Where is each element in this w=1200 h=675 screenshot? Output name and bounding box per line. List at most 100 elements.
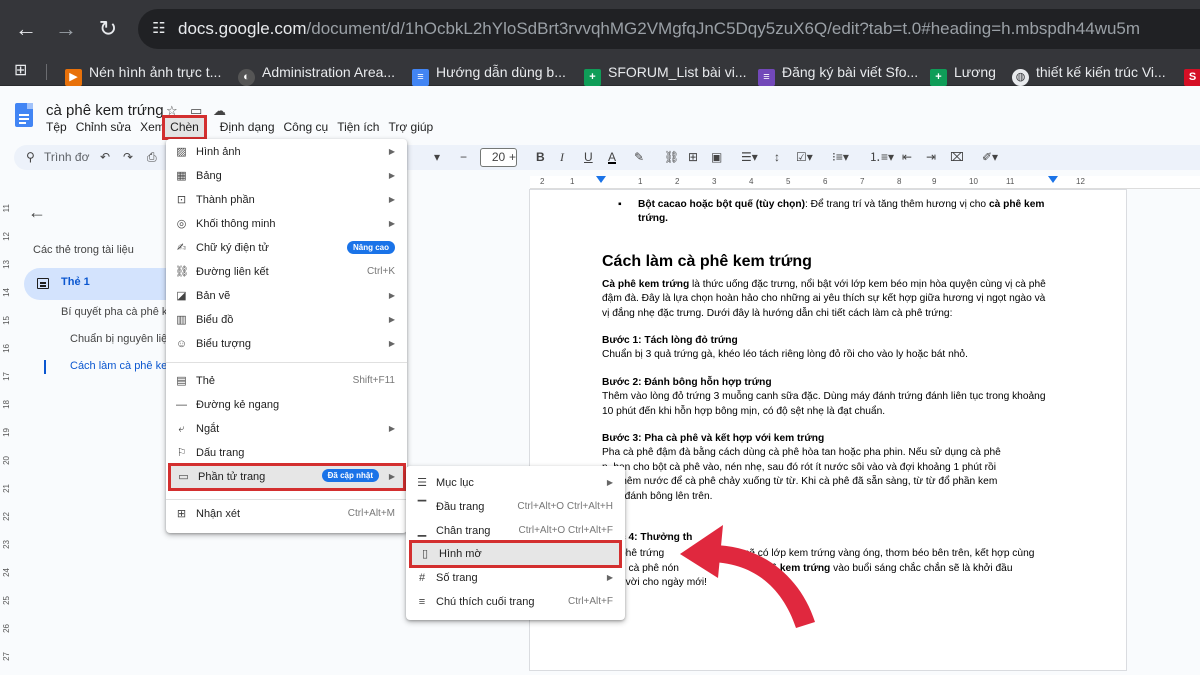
menu-item-label: Chữ ký điện tử bbox=[196, 242, 269, 254]
outline-heading-active[interactable]: Cách làm cà phê kem bbox=[70, 360, 170, 372]
ruler-tick: 4 bbox=[749, 177, 754, 186]
menu-item-smart-chips[interactable]: ◎ Khối thông minh ▶ bbox=[166, 213, 407, 235]
menu-item-building-blocks[interactable]: ⊡ Thành phần ▶ bbox=[166, 189, 407, 211]
bookmark-item[interactable]: ≡ Đăng ký bài viết Sfo... bbox=[758, 62, 918, 86]
menu-item-comment[interactable]: ⊞ Nhận xét Ctrl+Alt+M bbox=[166, 503, 407, 525]
menu-item-bookmark[interactable]: ⚐ Dấu trang bbox=[166, 442, 407, 464]
bookmark-item[interactable]: + SFORUM_List bài vi... bbox=[584, 62, 746, 86]
bookmark-item[interactable]: ≡ Hướng dẫn dùng b... bbox=[412, 62, 566, 86]
url-text[interactable]: docs.google.com/document/d/1hOcbkL2hYloS… bbox=[178, 19, 1140, 39]
menu-item-label: Thành phần bbox=[196, 194, 255, 206]
outline-heading[interactable]: Bí quyết pha cà phê k bbox=[61, 306, 170, 318]
ruler-tick: 2 bbox=[675, 177, 680, 186]
undo-icon[interactable]: ↶ bbox=[100, 149, 110, 166]
print-icon[interactable]: ⎙ bbox=[147, 149, 157, 166]
menu-item-horizontal-line[interactable]: — Đường kẻ ngang bbox=[166, 394, 407, 416]
submenu-item-footer[interactable]: ▁ Chân trang Ctrl+Alt+O Ctrl+Alt+F bbox=[406, 520, 625, 542]
menu-help[interactable]: Trợ giúp bbox=[388, 120, 433, 134]
numbered-list-icon[interactable]: ⒈≡▾ bbox=[869, 149, 894, 166]
apps-grid-icon[interactable]: ⊞ bbox=[14, 61, 27, 81]
forward-arrow-icon[interactable]: → bbox=[54, 17, 78, 41]
bookmark-item[interactable]: + Lương bbox=[930, 62, 996, 86]
address-bar[interactable]: ☷ docs.google.com/document/d/1hOcbkL2hYl… bbox=[138, 9, 1200, 49]
menu-item-esignature[interactable]: ✍ Chữ ký điện tử Nâng cao bbox=[166, 237, 407, 259]
cloud-saved-icon[interactable]: ☁ bbox=[213, 103, 226, 119]
menu-format[interactable]: Định dạng bbox=[220, 120, 275, 134]
bookmark-item[interactable]: ▶ Nén hình ảnh trực t... bbox=[65, 62, 221, 86]
menu-item-emoji[interactable]: ☺ Biểu tượng ▶ bbox=[166, 333, 407, 355]
document-title[interactable]: cà phê kem trứng bbox=[46, 102, 164, 119]
submenu-item-toc[interactable]: ☰ Mục lục ▶ bbox=[406, 472, 625, 494]
menu-search-input[interactable]: Trình đơ bbox=[44, 149, 89, 166]
page-number-icon: # bbox=[418, 572, 426, 584]
globe-dark-icon: ◐ bbox=[238, 69, 255, 86]
submenu-item-page-numbers[interactable]: # Số trang ▶ bbox=[406, 567, 625, 589]
indent-marker-icon[interactable] bbox=[596, 176, 606, 183]
outline-heading[interactable]: Chuẩn bị nguyên liệ bbox=[70, 333, 170, 345]
bulleted-list-icon[interactable]: ⁝≡▾ bbox=[832, 149, 849, 166]
menu-file[interactable]: Tệp bbox=[46, 120, 67, 134]
step4-text: g cà phê nón bbox=[620, 562, 679, 574]
intro-bold: Cà phê kem trứng bbox=[602, 278, 690, 290]
step1-title: Bước 1: Tách lòng đỏ trứng bbox=[602, 335, 738, 347]
submenu-item-label: Hình mờ bbox=[439, 548, 482, 560]
menu-edit[interactable]: Chỉnh sửa bbox=[76, 120, 131, 134]
align-icon[interactable]: ☰▾ bbox=[741, 149, 758, 166]
bookmark-item[interactable]: ◍ thiết kế kiến trúc Vi... bbox=[1012, 62, 1166, 86]
menu-extensions[interactable]: Tiện ích bbox=[337, 120, 379, 134]
checklist-icon[interactable]: ☑▾ bbox=[796, 149, 813, 166]
submenu-arrow-icon: ▶ bbox=[388, 147, 395, 156]
ruler-tick: 9 bbox=[932, 177, 937, 186]
bullet-text: : Để trang trí và tăng thêm hương vị cho bbox=[804, 199, 989, 210]
italic-icon[interactable]: I bbox=[560, 149, 564, 166]
vruler-tick: 14 bbox=[2, 288, 11, 297]
vruler-tick: 18 bbox=[2, 400, 11, 409]
line-spacing-icon[interactable]: ↕ bbox=[774, 149, 780, 166]
menu-item-table[interactable]: ▦ Bảng ▶ bbox=[166, 165, 407, 187]
menu-tools[interactable]: Công cụ bbox=[284, 120, 329, 134]
increase-indent-icon[interactable]: ⇥ bbox=[926, 149, 936, 166]
redo-icon[interactable]: ↷ bbox=[123, 149, 133, 166]
reload-icon[interactable]: ↻ bbox=[96, 17, 120, 41]
insert-image-icon[interactable]: ▣ bbox=[711, 149, 722, 166]
menu-item-link[interactable]: ⛓ Đường liên kết Ctrl+K bbox=[166, 261, 407, 283]
bookmark-item[interactable]: S bbox=[1184, 62, 1200, 86]
link-icon[interactable]: ⛓ bbox=[664, 149, 679, 166]
submenu-item-shortcut: Ctrl+Alt+O Ctrl+Alt+F bbox=[518, 525, 613, 536]
menu-item-chart[interactable]: ▥ Biểu đồ ▶ bbox=[166, 309, 407, 331]
increase-font-size-icon[interactable]: + bbox=[509, 149, 516, 166]
vruler-tick: 22 bbox=[2, 512, 11, 521]
back-arrow-icon[interactable]: ← bbox=[14, 17, 38, 41]
submenu-item-watermark[interactable]: ▯ Hình mờ bbox=[409, 540, 622, 568]
vruler-tick: 25 bbox=[2, 596, 11, 605]
tab-item[interactable]: Thẻ 1 bbox=[24, 268, 170, 300]
bold-icon[interactable]: B bbox=[536, 149, 545, 166]
menu-item-tab[interactable]: ▤ Thẻ Shift+F11 bbox=[166, 370, 407, 392]
add-comment-icon[interactable]: ⊞ bbox=[688, 149, 698, 166]
clear-formatting-icon[interactable]: ⌧ bbox=[950, 149, 964, 166]
menu-item-shortcut: Ctrl+Alt+M bbox=[347, 508, 395, 519]
highlight-icon[interactable]: ✎ bbox=[634, 149, 644, 166]
submenu-item-header[interactable]: ▔ Đầu trang Ctrl+Alt+O Ctrl+Alt+H bbox=[406, 496, 625, 518]
menu-item-drawing[interactable]: ◪ Bản vẽ ▶ bbox=[166, 285, 407, 307]
underline-icon[interactable]: U bbox=[584, 149, 593, 166]
menu-item-page-elements[interactable]: ▭ Phần tử trang Đã cập nhật ▶ bbox=[168, 463, 406, 491]
menu-insert[interactable]: Chèn bbox=[162, 115, 207, 140]
search-icon[interactable]: ⚲ bbox=[26, 149, 35, 166]
text-color-icon[interactable]: A bbox=[608, 149, 617, 164]
right-indent-marker-icon[interactable] bbox=[1048, 176, 1058, 183]
horizontal-ruler[interactable]: 2 1 1 2 3 4 5 6 7 8 9 10 11 12 bbox=[530, 176, 1200, 189]
editing-mode-icon[interactable]: ✐▾ bbox=[982, 149, 998, 166]
font-dropdown-arrow-icon[interactable]: ▾ bbox=[434, 149, 440, 166]
docs-logo-icon[interactable] bbox=[15, 103, 33, 127]
toc-icon: ☰ bbox=[417, 477, 427, 489]
decrease-indent-icon[interactable]: ⇤ bbox=[902, 149, 912, 166]
bookmark-item[interactable]: ◐ Administration Area... bbox=[238, 62, 395, 86]
menu-item-image[interactable]: ▨ Hình ảnh ▶ bbox=[166, 141, 407, 163]
menu-item-break[interactable]: ⤶ Ngắt ▶ bbox=[166, 418, 407, 440]
back-arrow-icon[interactable]: ← bbox=[28, 202, 46, 223]
site-settings-icon[interactable]: ☷ bbox=[148, 18, 170, 40]
footnote-icon: ≡ bbox=[418, 596, 426, 608]
decrease-font-size-icon[interactable]: − bbox=[460, 149, 467, 166]
submenu-item-footnote[interactable]: ≡ Chú thích cuối trang Ctrl+Alt+F bbox=[406, 591, 625, 613]
